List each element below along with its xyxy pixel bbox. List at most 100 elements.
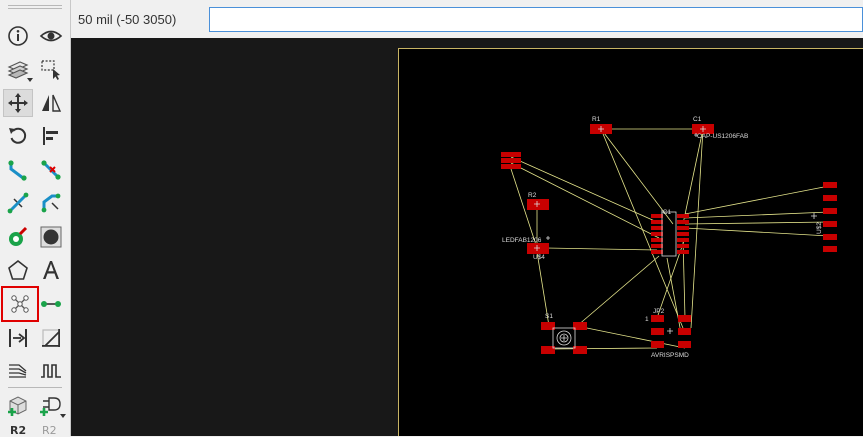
info-icon [6,24,30,48]
info-button[interactable] [3,22,33,50]
pad [677,238,689,242]
label-ic1: IC1 [661,209,672,216]
pad [527,243,549,254]
pad [651,226,663,230]
rotate-icon [6,124,30,148]
pad [677,214,689,218]
miter-icon [39,326,63,350]
meander-icon [39,359,63,383]
pad [651,315,664,322]
rotate-button[interactable] [3,122,33,150]
show-button[interactable] [36,22,66,50]
label-r2: R2 [528,192,537,199]
pad [651,232,663,236]
toolbar-separator [8,387,62,388]
ratsnest-icon [8,292,32,316]
toolbar-grip [8,8,62,9]
board-outline [399,49,863,437]
add-part-icon [6,393,30,417]
pad [651,238,663,242]
pad [527,199,549,210]
ripup-icon [39,158,63,182]
split-icon [6,191,30,215]
align-icon [39,124,63,148]
meander-button[interactable] [36,357,66,385]
label-led-package: LEDFAB1206 [502,237,542,244]
text-button[interactable] [36,256,66,284]
board-drawing[interactable]: R1 C1 CAP-US1206FAB R2 LEDFAB1206 U$4 IC… [71,38,863,436]
replace-button[interactable] [36,391,66,419]
add-part-button[interactable] [3,391,33,419]
swap-button[interactable] [3,324,33,352]
pad [501,164,521,169]
command-line-input[interactable] [209,7,863,32]
via-button[interactable] [3,223,33,251]
fanout-button[interactable] [3,357,33,385]
toolbar-grip [8,5,62,6]
mark-button[interactable] [36,55,66,83]
align-button[interactable] [36,122,66,150]
pad [823,182,837,188]
pad [678,341,691,348]
move-button[interactable] [3,89,33,117]
pad [651,244,663,248]
optimize-icon [39,191,63,215]
fanout-icon [6,359,30,383]
left-toolbar: R2 R2 [0,0,71,436]
pad [677,220,689,224]
miter-button[interactable] [36,324,66,352]
pad [678,315,691,322]
eye-icon [39,24,63,48]
pad [501,158,521,163]
label-u2: U$2 [816,222,823,234]
route-button[interactable] [3,156,33,184]
command-bar: 50 mil (-50 3050) [71,0,863,38]
pad [677,232,689,236]
pad [651,220,663,224]
text-icon [39,258,63,282]
polygon-button[interactable] [3,256,33,284]
split-button[interactable] [3,189,33,217]
label-u4: U$4 [533,254,545,261]
label-c1: C1 [693,116,702,123]
label-jp2: JP2 [653,308,665,315]
signal-button[interactable] [36,290,66,318]
pad [823,195,837,201]
pad [823,208,837,214]
mirror-button[interactable] [36,89,66,117]
ratsnest-button[interactable] [1,286,39,322]
hole-button[interactable] [36,223,66,251]
pad [677,250,689,254]
polygon-icon [6,258,30,282]
pad [651,250,663,254]
pad [823,246,837,252]
pad [501,152,521,157]
label-avrisp-package: AVRISPSMD [651,352,689,359]
label-r1: R1 [592,116,601,123]
pad [651,328,664,335]
ripup-button[interactable] [36,156,66,184]
label-cap-package: CAP-US1206FAB [697,133,748,140]
move-arrows-icon [6,91,30,115]
hole-icon [39,225,63,249]
pad [677,226,689,230]
label-s1: S1 [545,313,553,320]
swap-icon [6,326,30,350]
board-canvas[interactable]: R1 C1 CAP-US1206FAB R2 LEDFAB1206 U$4 IC… [71,38,863,436]
label-pin1: 1 [645,316,649,323]
pad [678,328,691,335]
tool-label: R2 [10,424,26,437]
dropdown-indicator-icon [27,78,33,82]
pad [677,244,689,248]
pad [823,221,837,227]
coordinate-readout: 50 mil (-50 3050) [78,12,176,27]
dropdown-indicator-icon [60,414,66,418]
pad [651,341,664,348]
tool-label: R2 [42,424,57,437]
route-icon [6,158,30,182]
marquee-select-icon [39,57,63,81]
layer-settings-button[interactable] [3,55,33,83]
optimize-button[interactable] [36,189,66,217]
signal-wire-icon [39,292,63,316]
pad [823,234,837,240]
